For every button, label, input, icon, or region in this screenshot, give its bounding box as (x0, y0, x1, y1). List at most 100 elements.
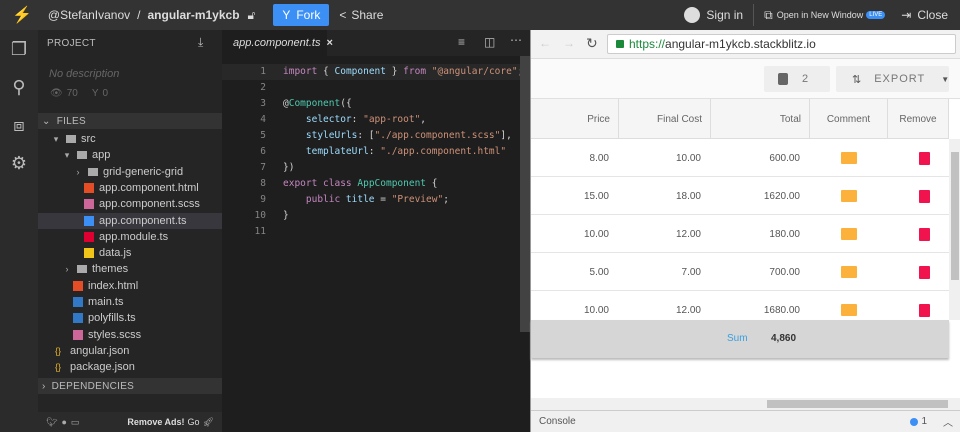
files-icon[interactable]: ❐ (0, 30, 38, 68)
column-header[interactable]: Total (711, 99, 810, 139)
info-icon (910, 417, 919, 426)
table-row: 10.00 12.00 180.00 (531, 215, 949, 253)
comment-button[interactable] (841, 215, 857, 253)
code-token: { (317, 66, 335, 77)
line-number: 7 (260, 162, 266, 173)
forward-icon[interactable]: → (563, 36, 575, 50)
stackblitz-logo-icon[interactable]: ⚡ (12, 5, 32, 25)
file-tree-item[interactable]: polyfills.ts (38, 310, 222, 326)
table-cell: 1680.00 (763, 304, 800, 316)
separator: / (137, 8, 141, 22)
tab-app-component-ts[interactable]: app.component.ts × (222, 30, 333, 56)
column-header[interactable]: Remove (888, 99, 949, 139)
comment-button[interactable] (841, 253, 857, 291)
file-tree-item[interactable]: app.component.html (38, 180, 222, 196)
twitter-icon[interactable]: 🐦︎ (46, 417, 57, 428)
code-token: = (374, 194, 392, 205)
line-number: 9 (260, 194, 266, 205)
search-icon[interactable]: ⚲ (0, 68, 38, 106)
remove-button[interactable] (919, 215, 930, 253)
comment-button[interactable] (841, 139, 857, 177)
remove-button[interactable] (919, 139, 930, 177)
file-tree-item[interactable]: index.html (38, 278, 222, 294)
comment-button[interactable] (841, 291, 857, 320)
console-bar[interactable]: Console 1 ︿ (531, 410, 960, 432)
folder-shape-icon (66, 135, 76, 143)
url-input[interactable]: https://angular-m1ykcb.stackblitz.io (607, 34, 956, 54)
column-header[interactable]: Comment (810, 99, 888, 139)
file-tree-item[interactable]: {} package.json (38, 359, 222, 375)
code-line: 10} (222, 208, 522, 224)
fork-label: Fork (296, 8, 321, 22)
file-tree-item[interactable]: main.ts (38, 294, 222, 310)
summary-row: Sum 4,860 (531, 320, 949, 358)
file-tree-item[interactable]: › themes (38, 261, 222, 277)
sum-label: Sum (727, 333, 748, 344)
table-cell: 600.00 (769, 152, 800, 164)
project-name[interactable]: angular-m1ykcb (148, 8, 240, 22)
comment-button[interactable] (841, 177, 857, 215)
close-button[interactable]: ⇥ Close (901, 8, 948, 22)
column-header[interactable]: Price (531, 99, 619, 139)
dependencies-section-header[interactable]: › DEPENDENCIES (38, 378, 222, 394)
expand-chevron-icon[interactable]: ︿ (943, 414, 953, 429)
split-editor-icon[interactable]: ◫ (484, 35, 495, 49)
share-label: Share (351, 8, 384, 22)
back-icon[interactable]: ← (539, 36, 551, 50)
code-token: title (340, 194, 375, 205)
fork-icon: Y (282, 8, 291, 22)
file-tree-item[interactable]: ▾ src (38, 131, 222, 147)
settings-gear-icon[interactable]: ⚙ (0, 144, 38, 182)
code-line: 6 templateUrl: "./app.component.html" (222, 144, 522, 160)
reload-icon[interactable]: ↻ (586, 35, 598, 52)
file-tree-item[interactable]: app.component.ts (38, 212, 222, 229)
browser-bar: ← → ↻ https://angular-m1ykcb.stackblitz.… (531, 30, 960, 59)
format-icon[interactable]: ≡ (458, 35, 465, 49)
file-tree-item[interactable]: styles.scss (38, 327, 222, 343)
share-icon: < (339, 8, 347, 22)
code-editor[interactable]: app.component.ts × ≡ ◫ ⋯ 1 import { Compo… (222, 30, 530, 432)
column-header[interactable]: Final Cost (619, 99, 711, 139)
table-row: 10.00 12.00 1680.00 (531, 291, 949, 320)
file-tree-item[interactable]: › grid-generic-grid (38, 164, 222, 180)
code-token: , (420, 114, 427, 125)
chat-icon[interactable]: ▭ (71, 417, 80, 428)
grid-header: Price Final Cost Total Comment Remove (531, 99, 949, 139)
code-token: }) (283, 162, 295, 173)
export-button[interactable]: ⇅ EXPORT ▼ (836, 66, 949, 92)
download-icon[interactable]: ⤓ (198, 35, 203, 50)
file-tree-item[interactable]: ▾ app (38, 147, 222, 163)
file-tree-label: main.ts (88, 296, 124, 308)
file-tree-label: polyfills.ts (88, 312, 136, 325)
remove-ads-link[interactable]: Remove Ads! (127, 417, 184, 427)
fork-button[interactable]: Y Fork (273, 4, 330, 26)
file-tree-item[interactable]: {} angular.json (38, 343, 222, 359)
sign-in-button[interactable]: Sign in (684, 7, 743, 23)
vertical-scrollbar[interactable] (949, 139, 960, 320)
remove-button[interactable] (919, 253, 930, 291)
file-tree-item[interactable]: app.module.ts (38, 229, 222, 245)
open-new-window-button[interactable]: ⧉ Open in New Window LIVE (764, 8, 886, 23)
table-cell: 1620.00 (763, 190, 800, 202)
user-link[interactable]: @StefanIvanov (48, 8, 130, 22)
url-host: angular-m1ykcb.stackblitz.io (665, 37, 816, 51)
remove-button[interactable] (919, 291, 930, 320)
pinned-columns-button[interactable]: 2 (764, 66, 830, 92)
file-tree-item[interactable]: data.js (38, 245, 222, 261)
trash-icon (919, 189, 930, 203)
more-options-icon[interactable]: ⋯ (510, 33, 522, 47)
remove-button[interactable] (919, 177, 930, 215)
close-tab-icon[interactable]: × (326, 37, 332, 49)
share-button[interactable]: < Share (339, 8, 383, 22)
code-line: 9 public title = "Preview"; (222, 192, 522, 208)
horizontal-scrollbar[interactable] (531, 398, 960, 410)
file-tree-item[interactable]: app.component.scss (38, 196, 222, 212)
extensions-icon[interactable]: ⧈ (0, 106, 38, 144)
files-section-header[interactable]: ⌄ FILES (38, 113, 222, 129)
table-cell: 15.00 (583, 190, 609, 202)
go-link[interactable]: Go (188, 417, 200, 427)
github-footer-icon[interactable]: ● (61, 417, 66, 427)
table-cell: 5.00 (589, 266, 609, 278)
editor-scrollbar[interactable] (520, 56, 530, 332)
line-number: 3 (260, 98, 266, 109)
